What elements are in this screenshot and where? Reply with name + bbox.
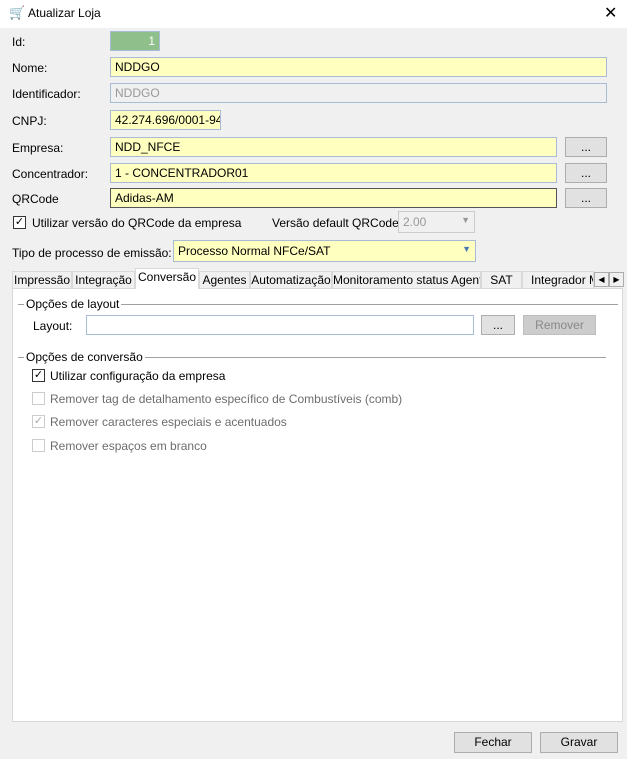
tab-integrador-mi[interactable]: Integrador MI <box>522 271 594 289</box>
versao-select: 2.00 ▼ <box>398 211 475 233</box>
title-bar: 🛒 Atualizar Loja ✕ <box>0 0 627 28</box>
layout-group-title: Opções de layout <box>24 297 122 311</box>
cnpj-label: CNPJ: <box>12 114 47 128</box>
option-label: Utilizar configuração da empresa <box>50 369 226 383</box>
tab-agentes[interactable]: Agentes <box>199 271 250 289</box>
option-checkbox-utilizar-config[interactable]: ✓ <box>32 369 45 382</box>
tab-scroll-left-icon[interactable]: ◀ <box>594 272 609 287</box>
identificador-label: Identificador: <box>12 87 81 101</box>
nome-label: Nome: <box>12 61 48 75</box>
cnpj-input[interactable]: 42.274.696/0001-94 <box>110 110 221 130</box>
fechar-button[interactable]: Fechar <box>454 732 532 753</box>
tab-monitoramento[interactable]: Monitoramento status Agente <box>332 271 481 289</box>
qrcode-browse-button[interactable]: ... <box>565 188 607 208</box>
empresa-label: Empresa: <box>12 141 64 155</box>
option-checkbox-remover-espacos <box>32 439 45 452</box>
window-title: Atualizar Loja <box>28 6 101 20</box>
id-field: 1 <box>110 31 160 51</box>
versao-value: 2.00 <box>403 215 427 229</box>
option-label: Remover tag de detalhamento específico d… <box>50 392 403 406</box>
layout-browse-button[interactable]: ... <box>481 315 515 335</box>
concentrador-label: Concentrador: <box>12 167 89 181</box>
qrcode-label: QRCode <box>12 192 59 206</box>
conversao-group-title: Opções de conversão <box>24 350 145 364</box>
tab-automatizacao[interactable]: Automatização <box>250 271 332 289</box>
option-checkbox-remover-caracteres: ✓ <box>32 415 45 428</box>
tipo-value: Processo Normal NFCe/SAT <box>178 244 331 258</box>
usar-qrcode-label: Utilizar versão do QRCode da empresa <box>32 216 242 230</box>
option-label: Remover caracteres especiais e acentuado… <box>50 415 287 429</box>
tab-integracao[interactable]: Integração <box>72 271 135 289</box>
empresa-browse-button[interactable]: ... <box>565 137 607 157</box>
qrcode-input[interactable]: Adidas-AM <box>110 188 557 208</box>
tab-impressao[interactable]: Impressão <box>12 271 72 289</box>
concentrador-input[interactable]: 1 - CONCENTRADOR01 <box>110 163 557 183</box>
nome-input[interactable]: NDDGO <box>110 57 607 77</box>
id-label: Id: <box>12 35 26 49</box>
usar-qrcode-checkbox[interactable]: ✓ <box>13 216 26 229</box>
tab-sat[interactable]: SAT <box>481 271 522 289</box>
remover-button: Remover <box>523 315 596 335</box>
close-icon[interactable]: ✕ <box>604 3 617 23</box>
tipo-select[interactable]: Processo Normal NFCe/SAT ▼ <box>173 240 476 262</box>
cart-icon: 🛒 <box>9 5 26 20</box>
layout-input[interactable] <box>86 315 474 335</box>
option-checkbox-remover-comb <box>32 392 45 405</box>
layout-label: Layout: <box>33 319 73 333</box>
option-label: Remover espaços em branco <box>50 439 207 453</box>
versao-label: Versão default QRCode: <box>272 216 403 230</box>
chevron-down-icon: ▼ <box>462 244 471 254</box>
gravar-button[interactable]: Gravar <box>540 732 618 753</box>
identificador-input: NDDGO <box>110 83 607 103</box>
tab-scroll-right-icon[interactable]: ▶ <box>609 272 624 287</box>
tipo-label: Tipo de processo de emissão: <box>12 246 172 260</box>
tab-conversao[interactable]: Conversão <box>135 268 199 289</box>
empresa-input[interactable]: NDD_NFCE <box>110 137 557 157</box>
chevron-down-icon: ▼ <box>461 215 470 225</box>
concentrador-browse-button[interactable]: ... <box>565 163 607 183</box>
